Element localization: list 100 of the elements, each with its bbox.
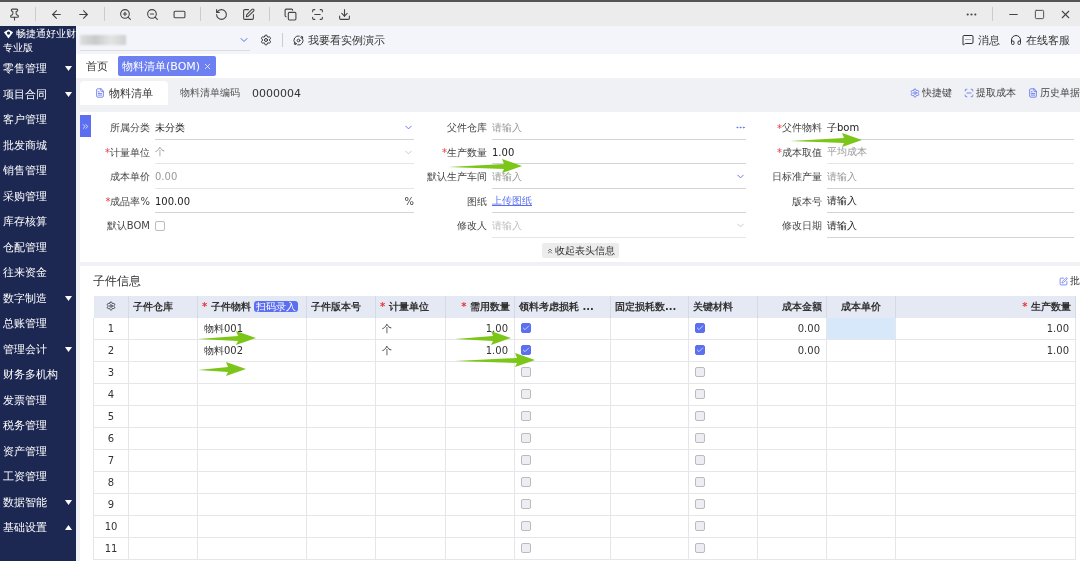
unit-cost-cell[interactable] [826,537,896,560]
checkbox[interactable] [695,454,705,465]
toolbar-link[interactable]: 提取成本 [964,86,1016,100]
sidebar-item[interactable]: 往来资金 [0,260,76,286]
sidebar-item[interactable]: 财务多机构 [0,362,76,388]
toolbar-link[interactable]: 历史单据 [1028,86,1080,100]
sidebar-item[interactable]: 税务管理 [0,413,76,439]
planet-icon [293,34,304,46]
sidebar-item[interactable]: 总账管理 [0,311,76,337]
checkbox[interactable] [695,366,705,377]
collapse-button[interactable]: 收起表头信息 [541,243,619,258]
unit-cost-cell[interactable] [826,339,896,362]
settings-icon[interactable] [105,301,116,311]
sidebar-item[interactable]: 仓配管理 [0,234,76,260]
toolbar-link[interactable]: 快捷键 [910,86,952,100]
upload-link[interactable]: 上传图纸 [492,194,532,209]
sidebar-item[interactable]: 批发商城 [0,132,76,158]
unit-cost-cell[interactable] [826,449,896,472]
edit-icon[interactable] [242,7,255,21]
required-mark: * [1022,301,1029,312]
support-button[interactable]: 在线客服 [1010,32,1070,48]
field-label: 父件物料 [782,121,822,136]
sidebar-item[interactable]: 零售管理 [0,56,76,82]
table-cell: 3 [93,361,129,384]
scan-badge[interactable]: 扫码录入 [253,301,298,312]
sidebar-item[interactable]: 销售管理 [0,158,76,184]
demo-link[interactable]: 我要看实例演示 [293,32,385,48]
checkbox[interactable] [695,345,705,355]
unit-cost-cell[interactable] [826,427,896,450]
table-cell: 2 [93,339,129,362]
section-title: 子件信息 [93,272,141,290]
checkbox[interactable] [521,410,531,421]
zoom-in-icon[interactable] [119,7,132,21]
sidebar-item[interactable]: 工资管理 [0,464,76,490]
copy-icon[interactable] [284,7,297,21]
unit-cost-cell[interactable] [826,515,896,538]
field-label: 成本单价 [110,170,150,185]
table-cell: 8 [93,471,129,494]
checkbox[interactable] [155,221,165,232]
sidebar-item[interactable]: 客户管理 [0,107,76,133]
checkbox[interactable] [521,323,531,333]
rotate-icon[interactable] [215,7,228,21]
unit-cost-cell[interactable] [826,405,896,428]
checkbox[interactable] [695,410,705,421]
document-tab[interactable]: 物料清单 [80,81,168,105]
maximize-icon[interactable] [1034,8,1045,20]
checkbox[interactable] [521,345,531,355]
unit-cost-cell[interactable] [826,493,896,516]
sidebar-item[interactable]: 库存核算 [0,209,76,235]
page-tab[interactable]: 首页 [82,56,112,76]
checkbox[interactable] [521,388,531,399]
batch-edit-button[interactable]: 批 [1059,274,1080,288]
checkbox[interactable] [695,520,705,531]
messages-button[interactable]: 消息 [962,32,1000,48]
input-field[interactable]: 未分类 [155,116,414,140]
edition-label: 专业版 [3,41,34,55]
required-mark: * [202,301,209,312]
expand-button[interactable] [80,115,91,137]
checkbox[interactable] [521,454,531,465]
table-cell: 7 [93,449,129,472]
zoom-out-icon[interactable] [146,7,159,21]
checkbox[interactable] [521,366,531,377]
input-field[interactable]: 100.00 % [155,190,414,214]
back-icon[interactable] [50,7,63,21]
field-label: 修改人 [457,219,487,234]
download-icon[interactable] [338,7,351,21]
sidebar-item[interactable]: 资产管理 [0,438,76,464]
unit-cost-cell[interactable] [826,318,896,340]
checkbox[interactable] [521,476,531,487]
unit-cost-cell[interactable] [826,383,896,406]
required-mark: * [442,147,447,159]
field-label: 所属分类 [110,121,150,136]
checkbox[interactable] [521,498,531,509]
sidebar-item[interactable]: 数字制造 [0,285,76,311]
checkbox[interactable] [695,476,705,487]
checkbox[interactable] [695,432,705,443]
field-label: 成本取值 [782,145,822,160]
input-field[interactable]: 请输入 [827,190,1074,214]
sidebar-item[interactable]: 采购管理 [0,183,76,209]
checkbox[interactable] [521,542,531,553]
checkbox[interactable] [521,520,531,531]
input-field[interactable]: 请输入 [827,214,1074,238]
unit-cost-cell[interactable] [826,471,896,494]
settings-icon[interactable] [260,34,272,46]
forward-icon[interactable] [77,7,90,21]
checkbox[interactable] [695,542,705,553]
double-chevron-icon [545,246,554,255]
sidebar-item[interactable]: 发票管理 [0,387,76,413]
sidebar-item[interactable]: 基础设置 [0,515,76,541]
scan-icon[interactable] [311,7,324,21]
pin-icon[interactable] [8,7,21,21]
sidebar-item[interactable]: 管理会计 [0,336,76,362]
checkbox[interactable] [695,498,705,509]
checkbox[interactable] [521,432,531,443]
sidebar-item[interactable]: 项目合同 [0,81,76,107]
required-mark: * [777,147,782,159]
checkbox[interactable] [695,388,705,399]
sidebar-item[interactable]: 数据智能 [0,489,76,515]
checkbox[interactable] [695,323,705,333]
unit-cost-cell[interactable] [826,361,896,384]
